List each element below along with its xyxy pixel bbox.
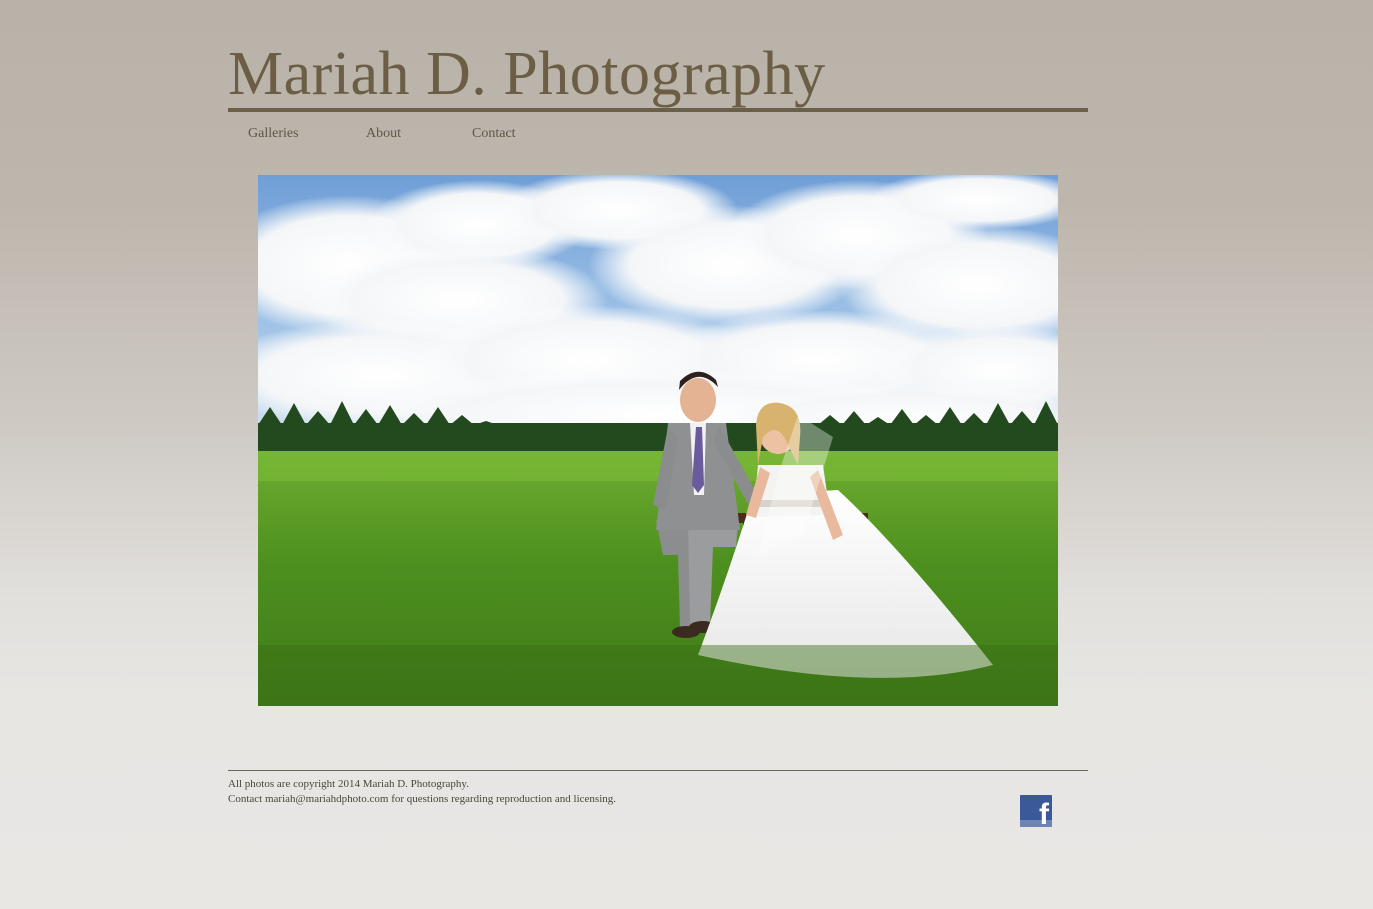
- contact-notice: Contact mariah@mariahdphoto.com for ques…: [228, 792, 616, 807]
- contact-suffix: for questions regarding reproduction and…: [388, 793, 617, 805]
- contact-email-link[interactable]: mariah@mariahdphoto.com: [265, 793, 388, 805]
- title-divider: [228, 108, 1088, 112]
- copyright-notice: All photos are copyright 2014 Mariah D. …: [228, 778, 469, 790]
- footer-divider: [228, 770, 1088, 771]
- nav-item-about[interactable]: About: [366, 124, 472, 144]
- footer-text: All photos are copyright 2014 Mariah D. …: [228, 777, 616, 807]
- main-nav: Galleries About Contact: [248, 124, 552, 144]
- facebook-f-glyph: f: [1039, 798, 1049, 828]
- page-container: Mariah D. Photography Galleries About Co…: [228, 0, 1088, 909]
- contact-prefix: Contact: [228, 793, 265, 805]
- facebook-icon[interactable]: f: [1020, 795, 1052, 827]
- featured-wedding-photo[interactable]: [258, 175, 1058, 706]
- site-title[interactable]: Mariah D. Photography: [228, 38, 826, 110]
- nav-item-galleries[interactable]: Galleries: [248, 124, 366, 144]
- nav-item-contact[interactable]: Contact: [472, 124, 552, 144]
